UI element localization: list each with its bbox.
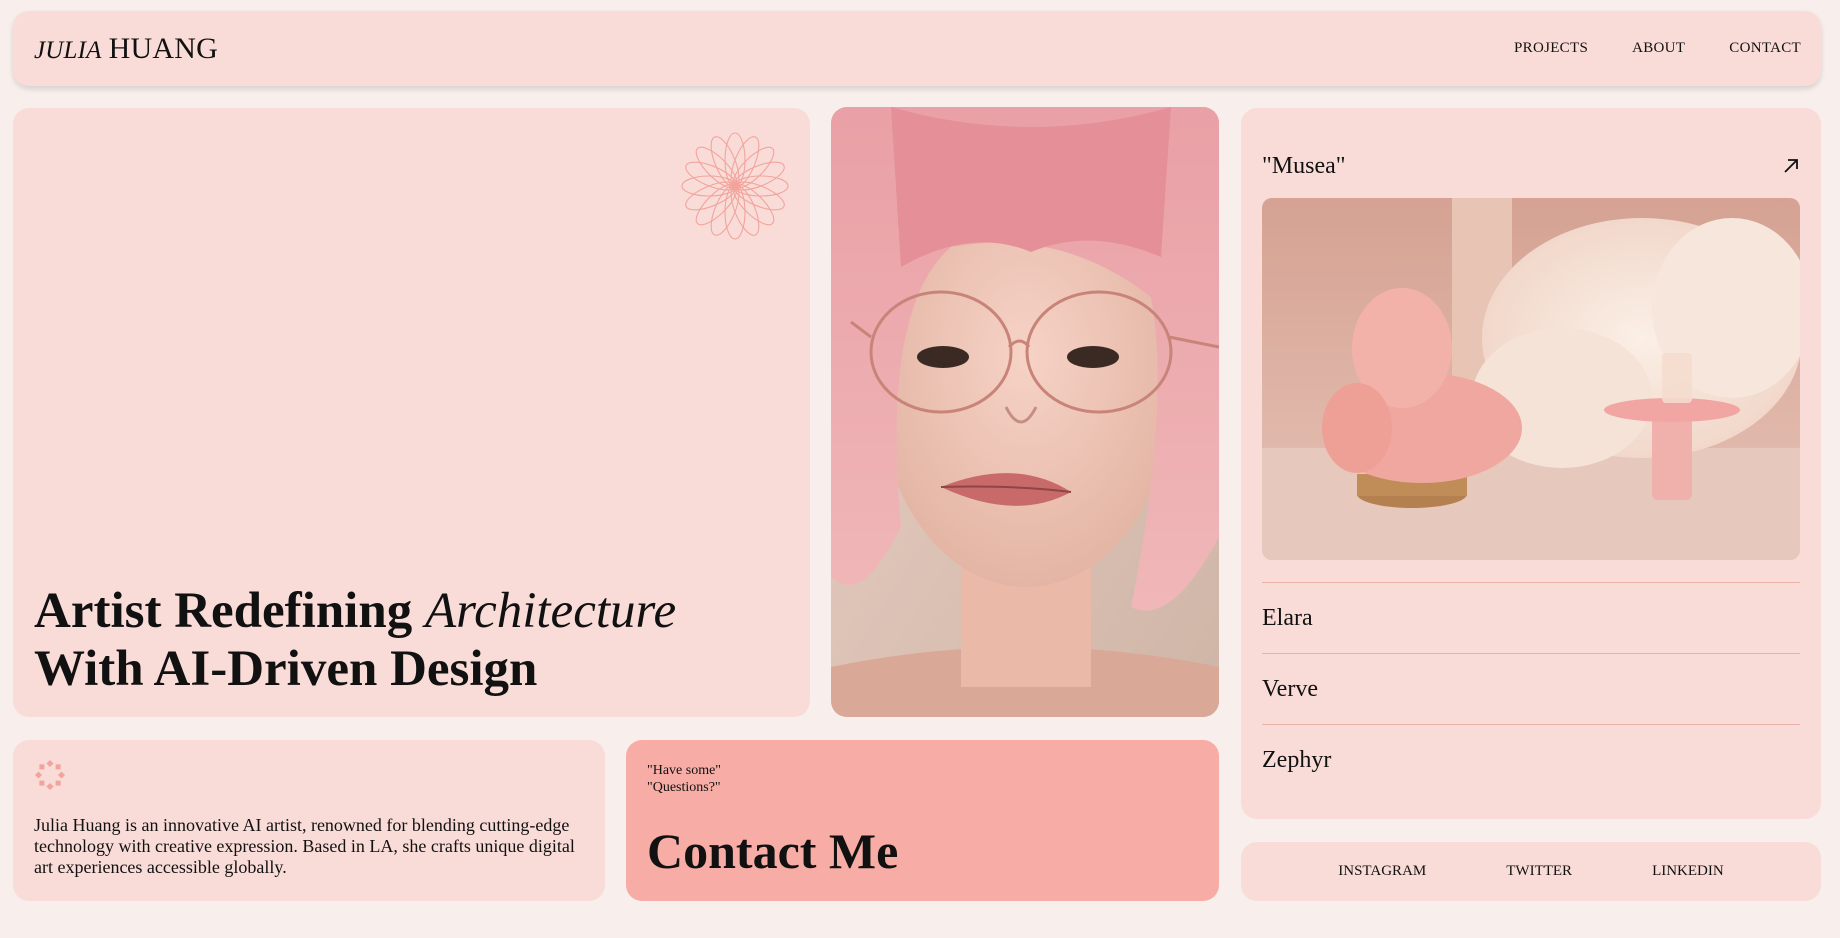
hero-card: Artist Redefining Architecture With AI-D… — [13, 108, 810, 717]
hero-title-italic: Architecture — [424, 583, 677, 639]
hero-title-part1: Artist Redefining — [34, 583, 413, 639]
contact-me-button[interactable]: Contact Me — [647, 822, 898, 880]
social-linkedin-link[interactable]: LINKEDIN — [1652, 863, 1724, 880]
hero-title: Artist Redefining Architecture With AI-D… — [34, 582, 676, 698]
contact-question-line2: "Questions?" — [647, 780, 721, 795]
contact-question: "Have some" "Questions?" — [647, 762, 721, 796]
projects-panel: "Musea" Elara Verve Zephyr — [1241, 108, 1821, 819]
site-logo[interactable]: JULIA HUANG — [34, 32, 218, 66]
featured-project-image[interactable] — [1262, 198, 1800, 560]
arrow-up-right-icon[interactable] — [1782, 157, 1800, 175]
contact-question-line1: "Have some" — [647, 763, 722, 778]
social-links: INSTAGRAM TWITTER LINKEDIN — [1241, 842, 1821, 901]
project-item-zephyr[interactable]: Zephyr — [1262, 724, 1800, 795]
project-list: Elara Verve Zephyr — [1262, 582, 1800, 795]
logo-last-name: HUANG — [108, 31, 218, 65]
bio-text: Julia Huang is an innovative AI artist, … — [34, 815, 575, 877]
nav-about[interactable]: ABOUT — [1632, 40, 1685, 57]
site-header: JULIA HUANG PROJECTS ABOUT CONTACT — [13, 11, 1821, 86]
logo-first-name: JULIA — [34, 36, 102, 64]
social-twitter-link[interactable]: TWITTER — [1506, 863, 1572, 880]
contact-card[interactable]: "Have some" "Questions?" Contact Me — [626, 740, 1219, 901]
hero-title-line2: With AI-Driven Design — [34, 641, 538, 697]
artist-portrait — [831, 107, 1219, 717]
social-instagram-link[interactable]: INSTAGRAM — [1338, 863, 1426, 880]
project-item-verve[interactable]: Verve — [1262, 653, 1800, 724]
nav-contact[interactable]: CONTACT — [1729, 40, 1801, 57]
featured-project-title: "Musea" — [1262, 152, 1346, 179]
project-item-elara[interactable]: Elara — [1262, 582, 1800, 653]
sparkle-ring-icon — [34, 759, 66, 791]
nav-projects[interactable]: PROJECTS — [1514, 40, 1588, 57]
flower-decoration-icon — [681, 132, 789, 240]
featured-project-header[interactable]: "Musea" — [1262, 150, 1800, 182]
bio-card: Julia Huang is an innovative AI artist, … — [13, 740, 605, 901]
main-nav: PROJECTS ABOUT CONTACT — [1514, 40, 1801, 57]
